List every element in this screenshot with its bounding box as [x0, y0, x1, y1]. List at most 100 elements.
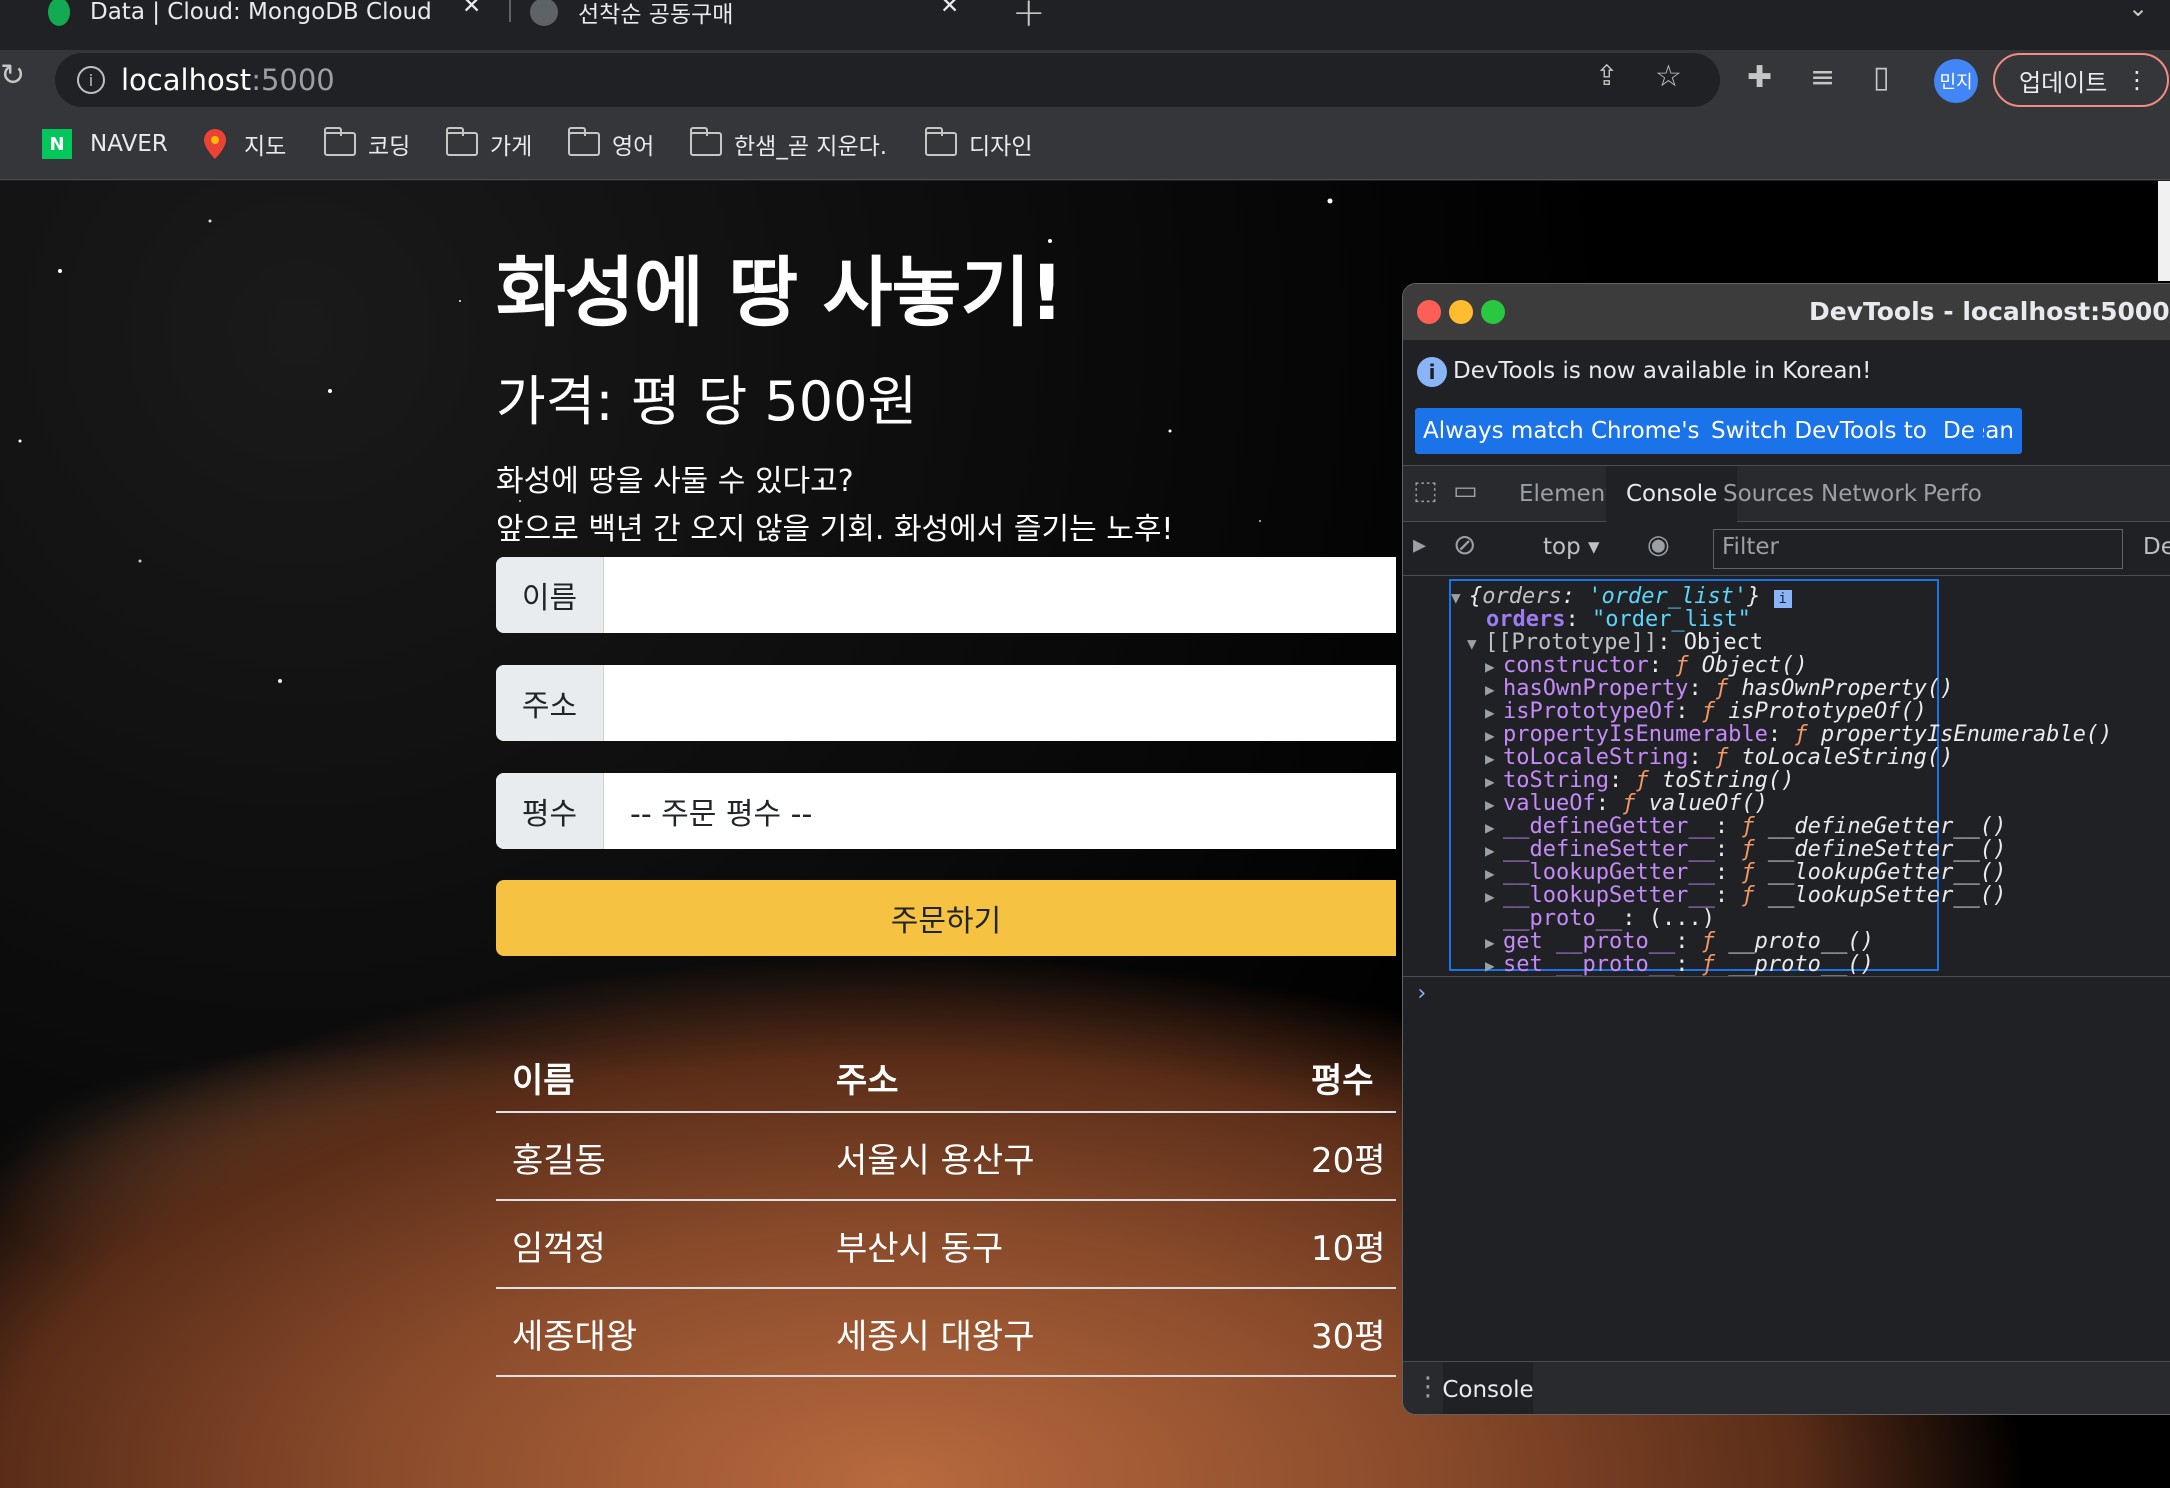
expand-triangle-icon[interactable]: ▼ [1467, 634, 1485, 653]
prototype-member[interactable]: ▶ toLocaleString: ƒ toLocaleString() [1485, 745, 1953, 770]
bookmark-folder-coding[interactable]: 코딩 [324, 127, 410, 160]
extensions-puzzle-icon[interactable]: ✚ [1747, 60, 1772, 95]
order-button[interactable]: 주문하기 [496, 880, 1396, 956]
tab-gonggu[interactable]: 선착순 공동구매 [530, 0, 733, 28]
prototype-member[interactable]: ▶ isPrototypeOf: ƒ isPrototypeOf() [1485, 699, 1927, 724]
side-panel-icon[interactable]: ▯ [1873, 60, 1890, 95]
bookmark-folder-english[interactable]: 영어 [568, 127, 654, 160]
collapse-triangle-icon[interactable]: ▶ [1485, 933, 1503, 952]
devtools-titlebar[interactable]: DevTools - localhost:5000/ [1403, 284, 2170, 340]
bookmark-folder-hanssem[interactable]: 한샘_곧 지운다. [690, 127, 887, 160]
proto-getter[interactable]: ▶ get __proto__: ƒ __proto__() [1485, 929, 1874, 954]
tab-title: Data | Cloud: MongoDB Cloud [90, 0, 432, 25]
member-key: propertyIsEnumerable [1503, 722, 1768, 747]
drawer-tab-console[interactable]: Console [1442, 1362, 1534, 1414]
property-key: orders [1486, 607, 1566, 632]
prototype-member[interactable]: ▶ valueOf: ƒ valueOf() [1485, 791, 1768, 816]
prototype-member[interactable]: ▶ __defineGetter__: ƒ __defineGetter__() [1485, 814, 2006, 839]
expand-triangle-icon[interactable]: ▼ [1451, 588, 1469, 607]
bookmark-map[interactable]: 지도 [204, 128, 286, 160]
tab-performance[interactable]: Perfo [1903, 466, 2002, 522]
name-input[interactable] [604, 557, 1396, 633]
address-bar[interactable]: i localhost:5000 ⇪ ☆ [55, 53, 1720, 107]
proto-setter[interactable]: ▶ set __proto__: ƒ __proto__() [1485, 952, 1874, 977]
bookmark-star-icon[interactable]: ☆ [1655, 59, 1682, 94]
price-heading: 가격: 평 당 500원 [496, 370, 918, 433]
prototype-member[interactable]: ▶ hasOwnProperty: ƒ hasOwnProperty() [1485, 676, 1953, 701]
collapse-triangle-icon[interactable]: ▶ [1485, 703, 1503, 722]
share-icon[interactable]: ⇪ [1595, 59, 1618, 92]
prototype-member[interactable]: ▶ __defineSetter__: ƒ __defineSetter__() [1485, 837, 2006, 862]
new-tab-plus-icon[interactable]: + [1012, 0, 1046, 36]
collapse-triangle-icon[interactable]: ▶ [1485, 818, 1503, 837]
collapse-triangle-icon[interactable]: ▶ [1485, 864, 1503, 883]
collapse-triangle-icon[interactable]: ▶ [1485, 956, 1503, 975]
sidebar-toggle-icon[interactable]: ▸ [1413, 530, 1426, 560]
minimize-window-icon[interactable] [1449, 300, 1473, 324]
table-row: 임꺽정 부산시 동구 10평 [496, 1201, 1396, 1289]
device-toolbar-icon[interactable]: ▭ [1453, 476, 1478, 506]
bookmark-folder-design[interactable]: 디자인 [925, 127, 1032, 160]
close-tab-icon[interactable]: ✕ [462, 0, 481, 19]
prototype-member[interactable]: ▶ __lookupGetter__: ƒ __lookupGetter__() [1485, 860, 2006, 885]
url-text: localhost:5000 [121, 63, 335, 97]
reload-icon[interactable]: ↻ [0, 58, 25, 93]
collapse-triangle-icon[interactable]: ▶ [1485, 795, 1503, 814]
member-fn: isPrototypeOf() [1728, 699, 1927, 724]
drawer-menu-icon[interactable]: ⋮ [1415, 1372, 1441, 1402]
update-button[interactable]: 업데이트 ⋮ [1993, 53, 2169, 107]
page-scrollbar[interactable] [2158, 181, 2170, 281]
description: 화성에 땅을 사둘 수 있다고? 앞으로 백년 간 오지 않을 기회. 화성에서… [496, 458, 1396, 554]
summary-value: 'order_list' [1588, 584, 1748, 609]
inspect-element-icon[interactable]: ⬚ [1413, 476, 1438, 506]
object-summary[interactable]: ▼ {orders: 'order_list'} i [1451, 584, 1792, 609]
live-expression-eye-icon[interactable]: ◉ [1647, 530, 1670, 560]
close-window-icon[interactable] [1417, 300, 1441, 324]
proto-accessor[interactable]: __proto__: (...) [1503, 906, 1715, 931]
prototype-row[interactable]: ▼ [[Prototype]]: Object [1467, 630, 1764, 655]
maximize-window-icon[interactable] [1481, 300, 1505, 324]
devtools-drawer: ⋮ Console [1403, 1361, 2170, 1414]
collapse-triangle-icon[interactable]: ▶ [1485, 841, 1503, 860]
filter-input[interactable]: Filter [1713, 529, 2123, 569]
prototype-member[interactable]: ▶ propertyIsEnumerable: ƒ propertyIsEnume… [1485, 722, 2112, 747]
log-levels-dropdown[interactable]: De [2143, 534, 2170, 560]
context-selector[interactable]: top ▾ [1543, 534, 1600, 560]
page-title: 화성에 땅 사놓기! [496, 248, 1064, 337]
bookmark-folder-store[interactable]: 가게 [446, 127, 533, 160]
orders-table: 이름 주소 평수 홍길동 서울시 용산구 20평 임꺽정 부산시 동구 10평 … [496, 1041, 1396, 1377]
media-queue-icon[interactable]: ≡ [1810, 60, 1835, 95]
context-label: top [1543, 534, 1581, 560]
mongodb-leaf-icon [48, 0, 70, 26]
collapse-triangle-icon[interactable]: ▶ [1485, 749, 1503, 768]
address-input[interactable] [604, 665, 1396, 741]
bookmark-label: 가게 [490, 134, 533, 160]
tab-mongodb[interactable]: Data | Cloud: MongoDB Cloud [48, 0, 432, 26]
naver-icon: N [42, 129, 72, 159]
member-key: hasOwnProperty [1503, 676, 1689, 701]
language-infobar: i DevTools is now available in Korean! A… [1403, 340, 2170, 466]
prototype-value: Object [1683, 630, 1764, 655]
collapse-triangle-icon[interactable]: ▶ [1485, 657, 1503, 676]
prototype-member[interactable]: ▶ __lookupSetter__: ƒ __lookupSetter__() [1485, 883, 2006, 908]
profile-avatar[interactable]: 민지 [1934, 59, 1978, 103]
member-key: toLocaleString [1503, 745, 1689, 770]
tab-search-chevron-icon[interactable]: ⌄ [2128, 0, 2148, 22]
collapse-triangle-icon[interactable]: ▶ [1485, 772, 1503, 791]
console-prompt-icon[interactable]: › [1415, 981, 1428, 1006]
size-select[interactable]: -- 주문 평수 -- [604, 773, 1396, 849]
dont-show-again-button[interactable]: De [1935, 408, 1983, 454]
prototype-member[interactable]: ▶ toString: ƒ toString() [1485, 768, 1794, 793]
header-size: 평수 [1311, 1061, 1374, 1101]
site-info-icon[interactable]: i [77, 66, 105, 94]
bookmark-naver[interactable]: N NAVER [42, 128, 168, 160]
close-tab-icon[interactable]: ✕ [940, 0, 959, 19]
prototype-member[interactable]: ▶ constructor: ƒ Object() [1485, 653, 1808, 678]
cell-name: 세종대왕 [512, 1317, 638, 1357]
kebab-menu-icon[interactable]: ⋮ [2125, 66, 2149, 94]
collapse-triangle-icon[interactable]: ▶ [1485, 680, 1503, 699]
collapse-triangle-icon[interactable]: ▶ [1485, 726, 1503, 745]
update-label: 업데이트 [2019, 68, 2108, 97]
clear-console-icon[interactable]: ⊘ [1453, 528, 1476, 561]
collapse-triangle-icon[interactable]: ▶ [1485, 887, 1503, 906]
